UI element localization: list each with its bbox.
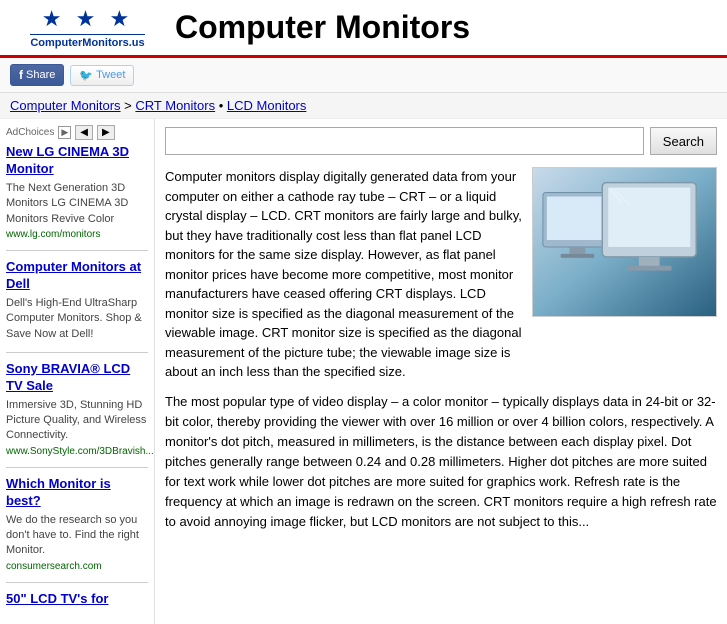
sidebar-ad-0-url[interactable]: www.lg.com/monitors — [6, 229, 148, 240]
logo-text: ComputerMonitors.us — [30, 34, 144, 49]
fb-icon: f — [19, 68, 23, 82]
ad-prev-btn[interactable]: ◀ — [75, 125, 93, 140]
sidebar-divider-3 — [6, 582, 148, 583]
search-button[interactable]: Search — [650, 127, 717, 155]
sidebar-ad-3: Which Monitor is best? We do the researc… — [6, 476, 148, 572]
sidebar-ad-3-title[interactable]: Which Monitor is best? — [6, 476, 148, 510]
logo-stars: ★ ★ ★ — [42, 6, 133, 32]
article-body-text: The most popular type of video display –… — [165, 392, 717, 533]
social-bar: f Share 🐦 Tweet — [0, 58, 727, 93]
sidebar-ad-4-title[interactable]: 50" LCD TV's for — [6, 591, 148, 608]
ad-next-btn[interactable]: ▶ — [97, 125, 115, 140]
main-layout: AdChoices ▶ ◀ ▶ New LG CINEMA 3D Monitor… — [0, 119, 727, 624]
sidebar-ad-3-url[interactable]: consumersearch.com — [6, 561, 148, 572]
share-button[interactable]: f Share — [10, 64, 64, 86]
sidebar-ad-2-url[interactable]: www.SonyStyle.com/3DBravish... — [6, 446, 148, 457]
search-input[interactable] — [165, 127, 644, 155]
ad-info-icon[interactable]: ▶ — [58, 126, 71, 139]
search-row: Search — [165, 127, 717, 155]
article-body: The most popular type of video display –… — [165, 392, 717, 533]
breadcrumb-home[interactable]: Computer Monitors — [10, 98, 121, 113]
breadcrumb-crt[interactable]: CRT Monitors — [135, 98, 215, 113]
twitter-icon: 🐦 — [79, 69, 93, 82]
tweet-button[interactable]: 🐦 Tweet — [70, 65, 134, 86]
sidebar-ad-2-title[interactable]: Sony BRAVIA® LCD TV Sale — [6, 361, 148, 395]
sidebar-ad-1: Computer Monitors at Dell Dell's High-En… — [6, 259, 148, 342]
breadcrumb-lcd[interactable]: LCD Monitors — [227, 98, 306, 113]
ad-label-text: AdChoices — [6, 127, 54, 138]
tweet-label: Tweet — [96, 69, 125, 81]
article-top: Computer monitors display digitally gene… — [165, 167, 717, 382]
sidebar-divider-1 — [6, 352, 148, 353]
sidebar-ad-1-title[interactable]: Computer Monitors at Dell — [6, 259, 148, 293]
sidebar-ad-0: New LG CINEMA 3D Monitor The Next Genera… — [6, 144, 148, 240]
header: ★ ★ ★ ComputerMonitors.us Computer Monit… — [0, 0, 727, 58]
sidebar-ad-0-title[interactable]: New LG CINEMA 3D Monitor — [6, 144, 148, 178]
breadcrumb-sep2: • — [219, 98, 227, 113]
share-label: Share — [26, 69, 55, 81]
sidebar-ad-4: 50" LCD TV's for — [6, 591, 148, 608]
sidebar-ad-2: Sony BRAVIA® LCD TV Sale Immersive 3D, S… — [6, 361, 148, 457]
sidebar: AdChoices ▶ ◀ ▶ New LG CINEMA 3D Monitor… — [0, 119, 155, 624]
breadcrumb-bar: Computer Monitors > CRT Monitors • LCD M… — [0, 93, 727, 119]
sidebar-ad-3-desc: We do the research so you don't have to.… — [6, 513, 148, 559]
content-area: Search Computer monitors display digital… — [155, 119, 727, 624]
monitor-image — [532, 167, 717, 317]
sidebar-ad-1-desc: Dell's High-End UltraSharp Computer Moni… — [6, 296, 148, 342]
site-title: Computer Monitors — [165, 9, 717, 46]
logo-area: ★ ★ ★ ComputerMonitors.us — [10, 6, 165, 49]
sidebar-ad-0-desc: The Next Generation 3D Monitors LG CINEM… — [6, 181, 148, 227]
breadcrumb-sep1: > — [124, 98, 135, 113]
ad-label: AdChoices ▶ ◀ ▶ — [6, 125, 148, 140]
sidebar-divider-2 — [6, 467, 148, 468]
article-intro: Computer monitors display digitally gene… — [165, 167, 522, 382]
sidebar-ad-2-desc: Immersive 3D, Stunning HD Picture Qualit… — [6, 398, 148, 444]
sidebar-divider-0 — [6, 250, 148, 251]
